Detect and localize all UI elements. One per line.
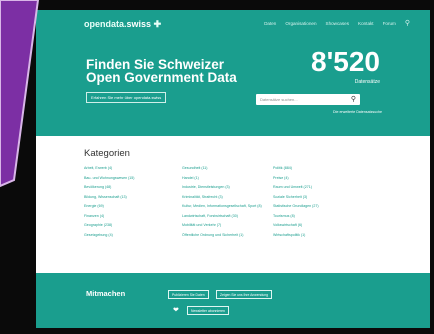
nav-item-showcases[interactable]: Showcases	[326, 21, 350, 27]
monitor-frame: opendata.swiss ✚ Daten Organisationen Sh…	[0, 0, 434, 334]
show-app-button[interactable]: Zeigen Sie uns Ihre Anwendung	[216, 290, 273, 299]
category-column-1: Arbeit, Erwerb (4) Bau- und Wohnungswese…	[84, 166, 178, 242]
category-link[interactable]: Tourismus (8)	[273, 214, 367, 224]
twitter-bird-icon[interactable]: ❤	[173, 306, 179, 314]
category-link[interactable]: Wirtschaftspolitik (1)	[273, 233, 367, 243]
category-link[interactable]: Energie (69)	[84, 204, 178, 214]
dataset-count: 8'520	[311, 46, 380, 77]
category-column-2: Gesundheit (11) Handel (1) Industrie, Di…	[182, 166, 276, 242]
category-link[interactable]: Industrie, Dienstleistungen (3)	[182, 185, 276, 195]
category-column-3: Politik (884) Preise (4) Raum und Umwelt…	[273, 166, 367, 242]
hero-title: Finden Sie Schweizer Open Government Dat…	[86, 58, 237, 85]
dataset-search-input[interactable]: Datensätze suchen... ⚲	[256, 94, 360, 105]
search-icon[interactable]: ⚲	[351, 95, 356, 103]
category-link[interactable]: Öffentliche Ordnung und Sicherheit (1)	[182, 233, 276, 243]
category-link[interactable]: Kriminalität, Strafrecht (3)	[182, 195, 276, 205]
category-link[interactable]: Finanzen (4)	[84, 214, 178, 224]
category-link[interactable]: Kultur, Medien, Informationsgesellschaft…	[182, 204, 276, 214]
category-link[interactable]: Soziale Sicherheit (3)	[273, 195, 367, 205]
mitmachen-section: Mitmachen Publizieren Sie Daten Zeigen S…	[36, 273, 430, 328]
learn-more-button[interactable]: Erfahren Sie mehr über opendata.swiss	[86, 92, 167, 103]
category-link[interactable]: Gesundheit (11)	[182, 166, 276, 176]
category-link[interactable]: Gesetzgebung (4)	[84, 233, 178, 243]
site-header: opendata.swiss ✚ Daten Organisationen Sh…	[36, 10, 430, 44]
logo-text-suffix: swiss	[126, 19, 152, 29]
nav-item-organisationen[interactable]: Organisationen	[285, 21, 316, 27]
site-logo[interactable]: opendata.swiss ✚	[84, 19, 161, 30]
category-link[interactable]: Geographie (238)	[84, 223, 178, 233]
category-link[interactable]: Handel (1)	[182, 176, 276, 186]
nav-item-daten[interactable]: Daten	[264, 21, 276, 27]
search-placeholder: Datensätze suchen...	[260, 97, 298, 102]
advanced-search-link[interactable]: Die erweiterte Datensatzsuche	[333, 110, 382, 114]
category-link[interactable]: Bau- und Wohnungswesen (15)	[84, 176, 178, 186]
category-link[interactable]: Mobilität und Verkehr (7)	[182, 223, 276, 233]
nav-item-kontakt[interactable]: Kontakt	[358, 21, 374, 27]
nav-item-forum[interactable]: Forum	[383, 21, 396, 27]
categories-heading: Kategorien	[84, 148, 130, 159]
category-link[interactable]: Preise (4)	[273, 176, 367, 186]
hero-section: Finden Sie Schweizer Open Government Dat…	[36, 44, 430, 136]
category-link[interactable]: Raum und Umwelt (271)	[273, 185, 367, 195]
category-link[interactable]: Bildung, Wissenschaft (13)	[84, 195, 178, 205]
dataset-count-label: Datensätze	[354, 79, 380, 85]
hero-title-line-2: Open Government Data	[86, 70, 237, 85]
category-link[interactable]: Statistische Grundlagen (27)	[273, 204, 367, 214]
logo-text-prefix: opendata.	[84, 19, 127, 29]
category-link[interactable]: Arbeit, Erwerb (4)	[84, 166, 178, 176]
main-nav: Daten Organisationen Showcases Kontakt F…	[264, 19, 410, 27]
newsletter-button[interactable]: Newsletter abonnieren	[187, 306, 229, 315]
mitmachen-heading: Mitmachen	[86, 289, 126, 298]
category-link[interactable]: Landwirtschaft, Forstwirtschaft (30)	[182, 214, 276, 224]
browser-viewport: opendata.swiss ✚ Daten Organisationen Sh…	[36, 10, 430, 328]
swiss-flag-icon: ✚	[153, 19, 162, 29]
search-icon[interactable]: ⚲	[405, 19, 410, 27]
category-link[interactable]: Volkswirtschaft (6)	[273, 223, 367, 233]
category-link[interactable]: Politik (884)	[273, 166, 367, 176]
category-link[interactable]: Bevölkerung (48)	[84, 185, 178, 195]
publish-data-button[interactable]: Publizieren Sie Daten	[168, 290, 209, 299]
